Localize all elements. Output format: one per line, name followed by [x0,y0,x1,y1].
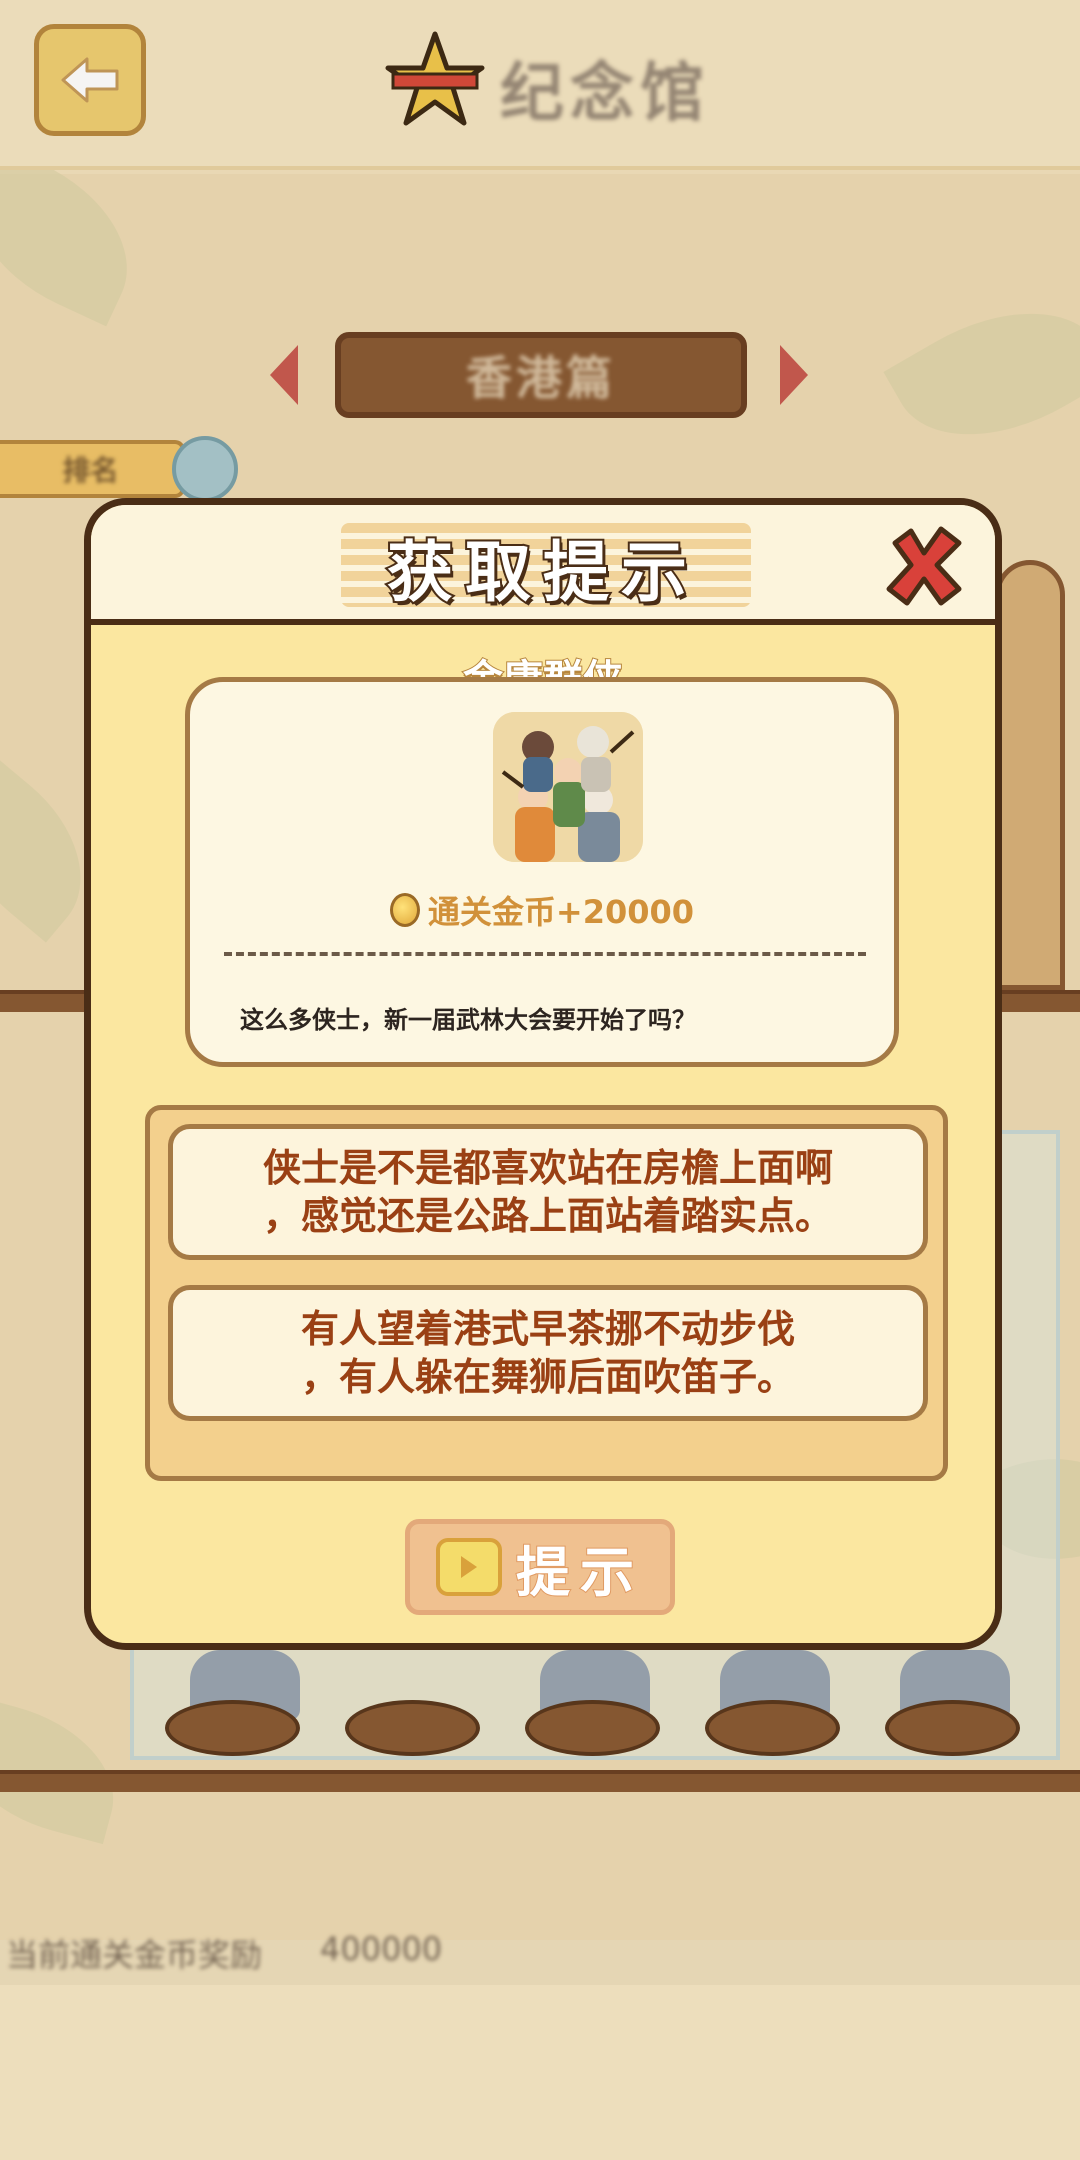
close-x-icon[interactable] [881,523,967,609]
hint-text: 侠士是不是都喜欢站在房檐上面啊 ，感觉还是公路上面站着踏实点。 [262,1146,833,1238]
video-ad-icon [436,1538,502,1596]
dashed-divider [224,952,866,956]
hint-button[interactable]: 提示 [405,1519,675,1615]
dialog-header: 获取提示 [91,505,995,625]
gold-coin-icon [389,893,420,927]
heroes-portrait [493,712,643,862]
hint-dialog: 获取提示 金庸群侠 通关金币 [84,498,1002,1650]
dialog-title: 获取提示 [385,532,699,613]
item-card: 通关金币+20000 这么多侠士，新一届武林大会要开始了吗？ [185,677,899,1067]
reward-line: 通关金币+20000 [190,887,894,933]
heroes-group-image [493,712,643,862]
hint-text: 有人望着港式早茶挪不动步伐 ，有人躲在舞狮后面吹笛子。 [300,1307,795,1399]
hints-panel: 侠士是不是都喜欢站在房檐上面啊 ，感觉还是公路上面站着踏实点。 有人望着港式早茶… [145,1105,948,1481]
hint-box: 侠士是不是都喜欢站在房檐上面啊 ，感觉还是公路上面站着踏实点。 [168,1124,928,1260]
hint-button-label: 提示 [515,1540,644,1605]
reward-text: 通关金币+20000 [427,893,695,931]
item-description: 这么多侠士，新一届武林大会要开始了吗？ [240,1006,696,1034]
hint-box: 有人望着港式早茶挪不动步伐 ，有人躲在舞狮后面吹笛子。 [168,1285,928,1421]
